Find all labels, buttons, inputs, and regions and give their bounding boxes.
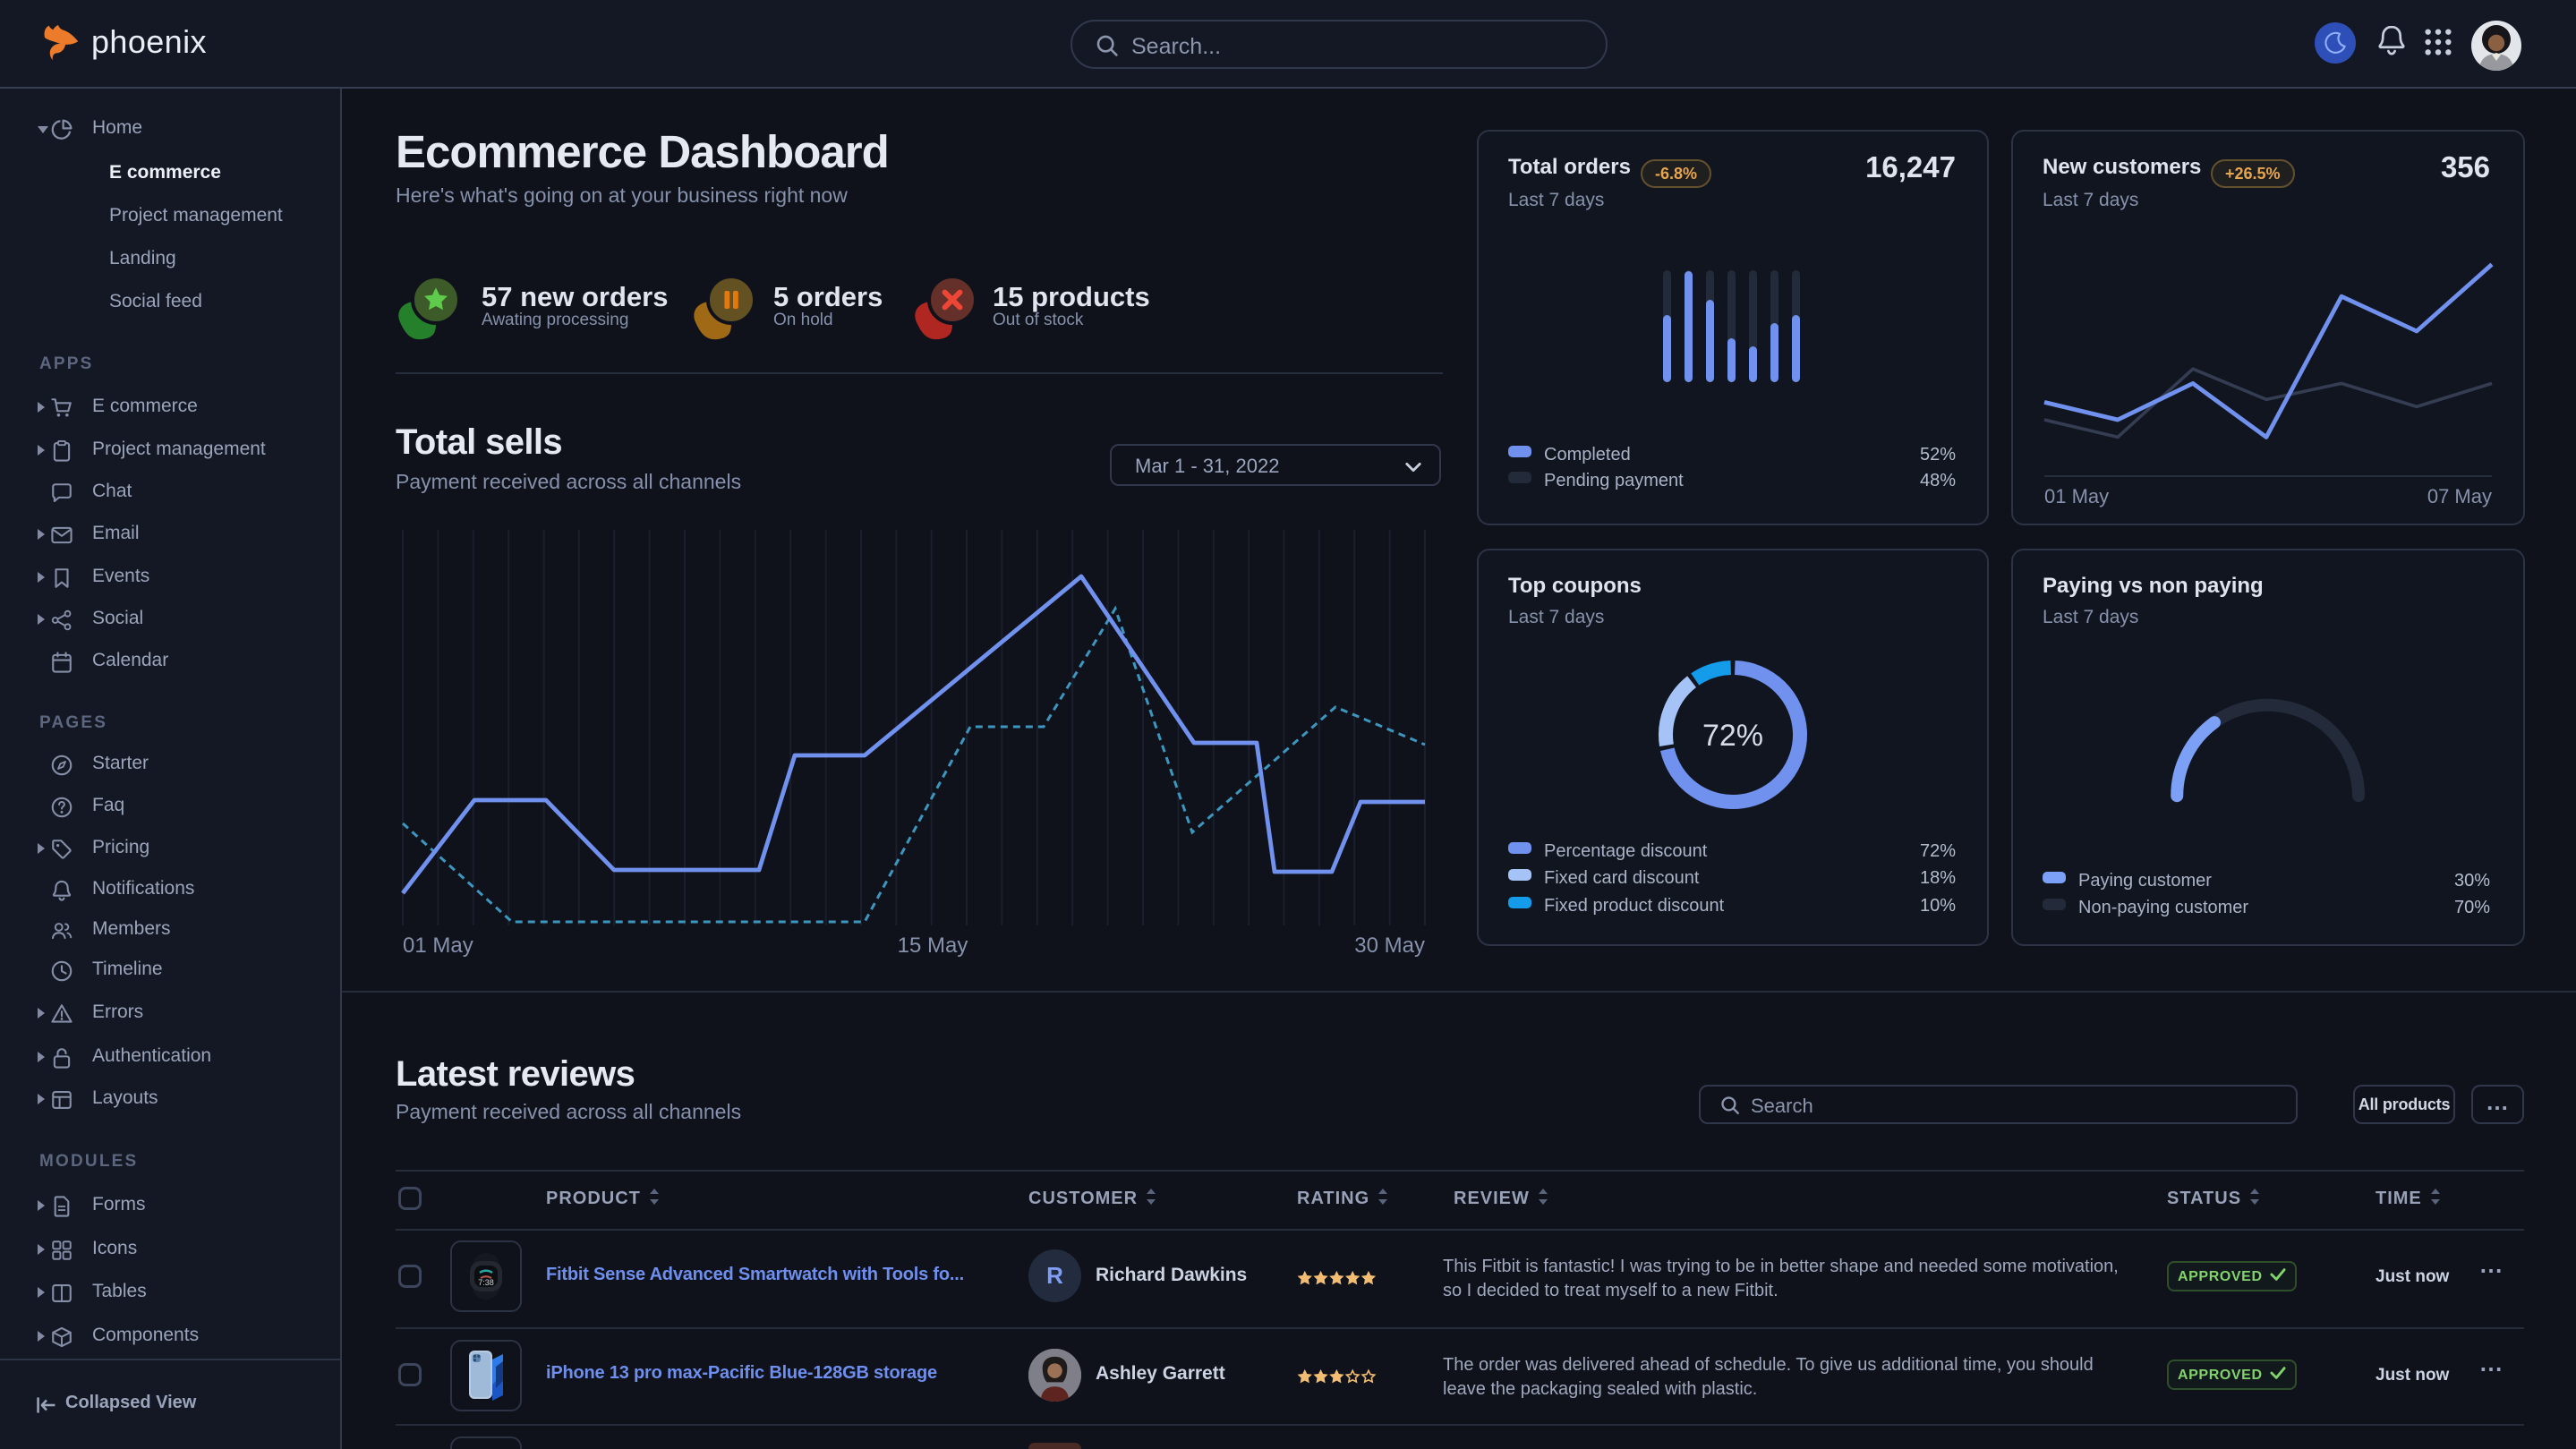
svg-text:72%: 72% (1702, 719, 1763, 753)
svg-text:7:38: 7:38 (478, 1278, 494, 1287)
svg-text:30 May: 30 May (1354, 933, 1425, 958)
svg-text:15 May: 15 May (898, 933, 968, 958)
svg-text:07 May: 07 May (2427, 485, 2492, 507)
svg-text:01 May: 01 May (403, 933, 473, 958)
svg-text:01 May: 01 May (2044, 485, 2109, 507)
